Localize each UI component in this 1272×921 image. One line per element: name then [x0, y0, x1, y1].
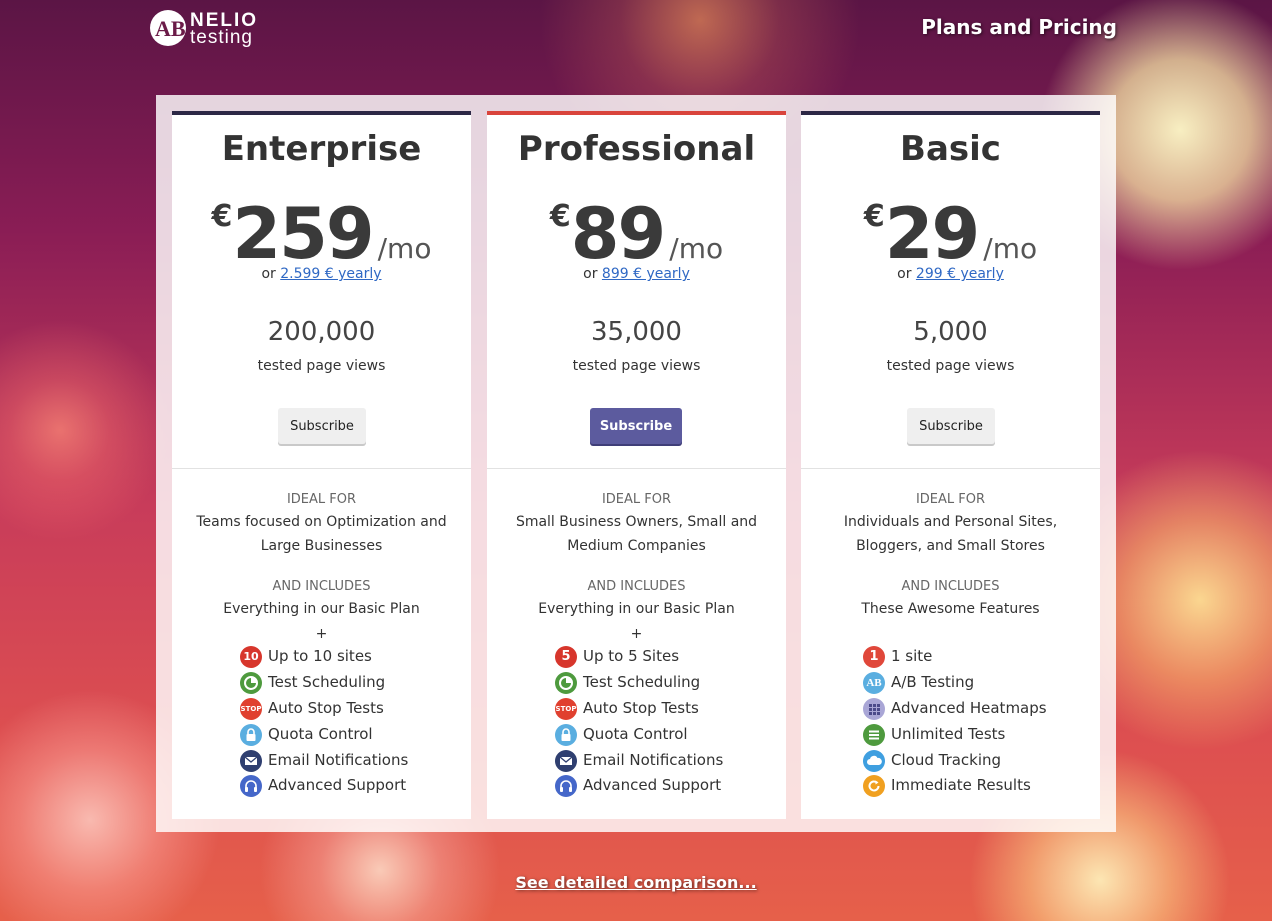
yearly-price-link[interactable]: 299 € yearly: [916, 266, 1004, 282]
price-period: /mo: [377, 232, 432, 265]
page-views-count: 5,000: [913, 317, 988, 347]
includes-heading: AND INCLUDES: [272, 579, 371, 594]
feature-list: 10 Up to 10 sites Test Scheduling STOP A…: [240, 645, 460, 805]
plan-price: €89 /mo: [487, 193, 786, 275]
plan-name: Enterprise: [221, 129, 422, 169]
ab-icon: AB: [863, 672, 885, 694]
yearly-price: or 299 € yearly: [897, 266, 1004, 282]
ideal-for-text: Small Business Owners, Small and Medium …: [515, 514, 758, 554]
ideal-for-text: Individuals and Personal Sites, Bloggers…: [843, 514, 1058, 554]
feature-list: 5 Up to 5 Sites Test Scheduling STOP Aut…: [555, 645, 775, 805]
yearly-price: or 899 € yearly: [583, 266, 690, 282]
pricing-panel: Enterprise €259 /mo or 2.599 € yearly 20…: [156, 95, 1116, 832]
plan-card-basic: Basic €29 /mo or 299 € yearly 5,000 test…: [801, 111, 1100, 819]
heatmap-icon: [863, 698, 885, 720]
plus-sign: +: [630, 626, 643, 642]
page-views-label: tested page views: [572, 358, 701, 374]
lock-icon: [240, 724, 262, 746]
email-icon: [240, 750, 262, 772]
feature-list: 1 1 site AB A/B Testing Advanced Heatmap…: [863, 645, 1093, 805]
includes-text: These Awesome Features: [861, 601, 1040, 617]
stop-icon: STOP: [240, 698, 262, 720]
plus-sign: +: [315, 626, 328, 642]
page-title: Plans and Pricing: [921, 15, 1117, 39]
currency-symbol: €: [211, 199, 233, 234]
header: AB NELIO testing Plans and Pricing: [0, 0, 1272, 60]
currency-symbol: €: [549, 199, 571, 234]
detailed-comparison-link[interactable]: See detailed comparison...: [515, 873, 756, 892]
logo-wordmark-bottom: testing: [190, 27, 253, 48]
cloud-icon: [863, 750, 885, 772]
refresh-icon: [863, 775, 885, 797]
stop-icon: STOP: [555, 698, 577, 720]
footer: See detailed comparison...: [0, 873, 1272, 892]
list-icon: [863, 724, 885, 746]
divider: [801, 468, 1100, 469]
plan-price: €29 /mo: [801, 193, 1100, 275]
yearly-price: or 2.599 € yearly: [261, 266, 382, 282]
number-10-icon: 10: [240, 646, 262, 668]
page-views-count: 35,000: [591, 317, 682, 347]
email-icon: [555, 750, 577, 772]
yearly-price-link[interactable]: 899 € yearly: [602, 266, 690, 282]
page-views-label: tested page views: [257, 358, 386, 374]
nelio-testing-logo[interactable]: AB NELIO testing: [150, 8, 270, 48]
price-period: /mo: [983, 232, 1038, 265]
divider: [487, 468, 786, 469]
price-amount: 89: [570, 193, 666, 275]
page-views-count: 200,000: [267, 317, 376, 347]
clock-icon: [240, 672, 262, 694]
subscribe-button[interactable]: Subscribe: [907, 408, 995, 444]
clock-icon: [555, 672, 577, 694]
includes-heading: AND INCLUDES: [587, 579, 686, 594]
yearly-price-link[interactable]: 2.599 € yearly: [280, 266, 381, 282]
subscribe-button[interactable]: Subscribe: [590, 408, 682, 444]
price-amount: 29: [884, 193, 980, 275]
headphones-icon: [555, 775, 577, 797]
price-amount: 259: [232, 193, 374, 275]
number-1-icon: 1: [863, 646, 885, 668]
includes-text: Everything in our Basic Plan: [223, 601, 420, 617]
headphones-icon: [240, 775, 262, 797]
plan-card-enterprise: Enterprise €259 /mo or 2.599 € yearly 20…: [172, 111, 471, 819]
divider: [172, 468, 471, 469]
currency-symbol: €: [863, 199, 885, 234]
plan-price: €259 /mo: [172, 193, 471, 275]
includes-text: Everything in our Basic Plan: [538, 601, 735, 617]
subscribe-button[interactable]: Subscribe: [278, 408, 366, 444]
ideal-for-heading: IDEAL FOR: [286, 492, 357, 507]
ideal-for-text: Teams focused on Optimization and Large …: [196, 514, 447, 554]
plan-name: Professional: [517, 129, 756, 169]
lock-icon: [555, 724, 577, 746]
plan-card-professional: Professional €89 /mo or 899 € yearly 35,…: [487, 111, 786, 819]
number-5-icon: 5: [555, 646, 577, 668]
page-views-label: tested page views: [886, 358, 1015, 374]
ab-logo-icon: AB: [150, 10, 186, 46]
ideal-for-heading: IDEAL FOR: [601, 492, 672, 507]
plan-name: Basic: [900, 129, 1001, 169]
price-period: /mo: [669, 232, 724, 265]
ideal-for-heading: IDEAL FOR: [915, 492, 986, 507]
includes-heading: AND INCLUDES: [901, 579, 1000, 594]
